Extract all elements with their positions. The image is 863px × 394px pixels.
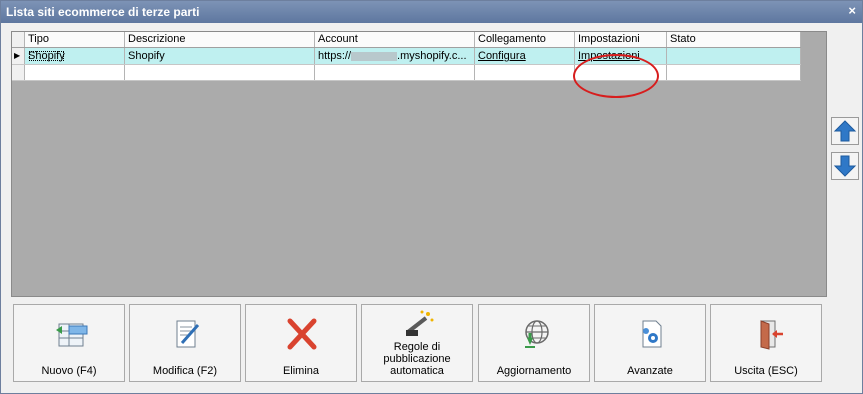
table-row[interactable]: ▶ Shopify Shopify https:// .myshopify.c..… xyxy=(12,48,801,65)
cell-tipo[interactable] xyxy=(25,65,125,80)
modifica-label: Modifica (F2) xyxy=(152,365,218,377)
regole-pubblicazione-button[interactable]: Regole di pubblicazione automatica xyxy=(361,304,473,382)
arrow-up-icon xyxy=(833,120,857,142)
column-header-account[interactable]: Account xyxy=(315,32,475,47)
column-header-descrizione[interactable]: Descrizione xyxy=(125,32,315,47)
account-suffix: .myshopify.c... xyxy=(397,50,467,62)
grid-header: Tipo Descrizione Account Collegamento Im… xyxy=(12,32,801,48)
arrow-down-icon xyxy=(833,155,857,177)
uscita-label: Uscita (ESC) xyxy=(734,365,798,377)
regole-pubblicazione-label: Regole di pubblicazione automatica xyxy=(383,341,451,377)
column-header-tipo[interactable]: Tipo xyxy=(25,32,125,47)
title-bar: Lista siti ecommerce di terze parti × xyxy=(1,1,862,23)
cell-descrizione[interactable]: Shopify xyxy=(125,48,315,64)
nuovo-button[interactable]: Nuovo (F4) xyxy=(13,304,125,382)
column-header-stato[interactable]: Stato xyxy=(667,32,801,47)
column-header-collegamento[interactable]: Collegamento xyxy=(475,32,575,47)
globe-download-icon xyxy=(525,320,549,348)
row-indicator-empty xyxy=(12,65,25,80)
close-icon[interactable]: × xyxy=(848,3,856,18)
modifica-button[interactable]: Modifica (F2) xyxy=(129,304,241,382)
move-up-button[interactable] xyxy=(831,117,859,145)
avanzate-label: Avanzate xyxy=(627,365,673,377)
avanzate-button[interactable]: Avanzate xyxy=(594,304,706,382)
sites-grid: Tipo Descrizione Account Collegamento Im… xyxy=(11,31,827,297)
new-record-icon xyxy=(56,323,88,347)
cell-descrizione[interactable] xyxy=(125,65,315,80)
magic-wand-icon xyxy=(406,310,434,336)
move-down-button[interactable] xyxy=(831,152,859,180)
elimina-label: Elimina xyxy=(282,365,320,377)
cell-account[interactable]: https:// .myshopify.c... xyxy=(315,48,475,64)
delete-x-icon xyxy=(287,318,317,350)
column-header-impostazioni[interactable]: Impostazioni xyxy=(575,32,667,47)
account-prefix: https:// xyxy=(318,50,352,62)
cell-account[interactable] xyxy=(315,65,475,80)
cell-collegamento[interactable]: Configura xyxy=(475,48,575,64)
table-row[interactable] xyxy=(12,65,801,81)
cell-stato[interactable] xyxy=(667,65,801,80)
uscita-button[interactable]: Uscita (ESC) xyxy=(710,304,822,382)
row-indicator-icon: ▶ xyxy=(12,48,25,64)
highlight-ring xyxy=(573,54,659,98)
dialog-window: Lista siti ecommerce di terze parti × Ti… xyxy=(0,0,863,394)
window-title: Lista siti ecommerce di terze parti xyxy=(6,5,200,19)
cell-collegamento[interactable] xyxy=(475,65,575,80)
elimina-button[interactable]: Elimina xyxy=(245,304,357,382)
configura-link[interactable]: Configura xyxy=(478,50,526,62)
nuovo-label: Nuovo (F4) xyxy=(41,365,97,377)
header-indicator-cell xyxy=(12,32,25,47)
cell-tipo-text: Shopify xyxy=(28,50,65,62)
aggiornamento-label: Aggiornamento xyxy=(496,365,572,377)
exit-door-icon xyxy=(760,320,783,350)
cell-tipo[interactable]: Shopify xyxy=(25,48,125,64)
redacted-account-block xyxy=(351,51,398,61)
edit-document-icon xyxy=(176,320,200,348)
cell-stato[interactable] xyxy=(667,48,801,64)
aggiornamento-button[interactable]: Aggiornamento xyxy=(478,304,590,382)
document-gear-icon xyxy=(642,320,662,348)
